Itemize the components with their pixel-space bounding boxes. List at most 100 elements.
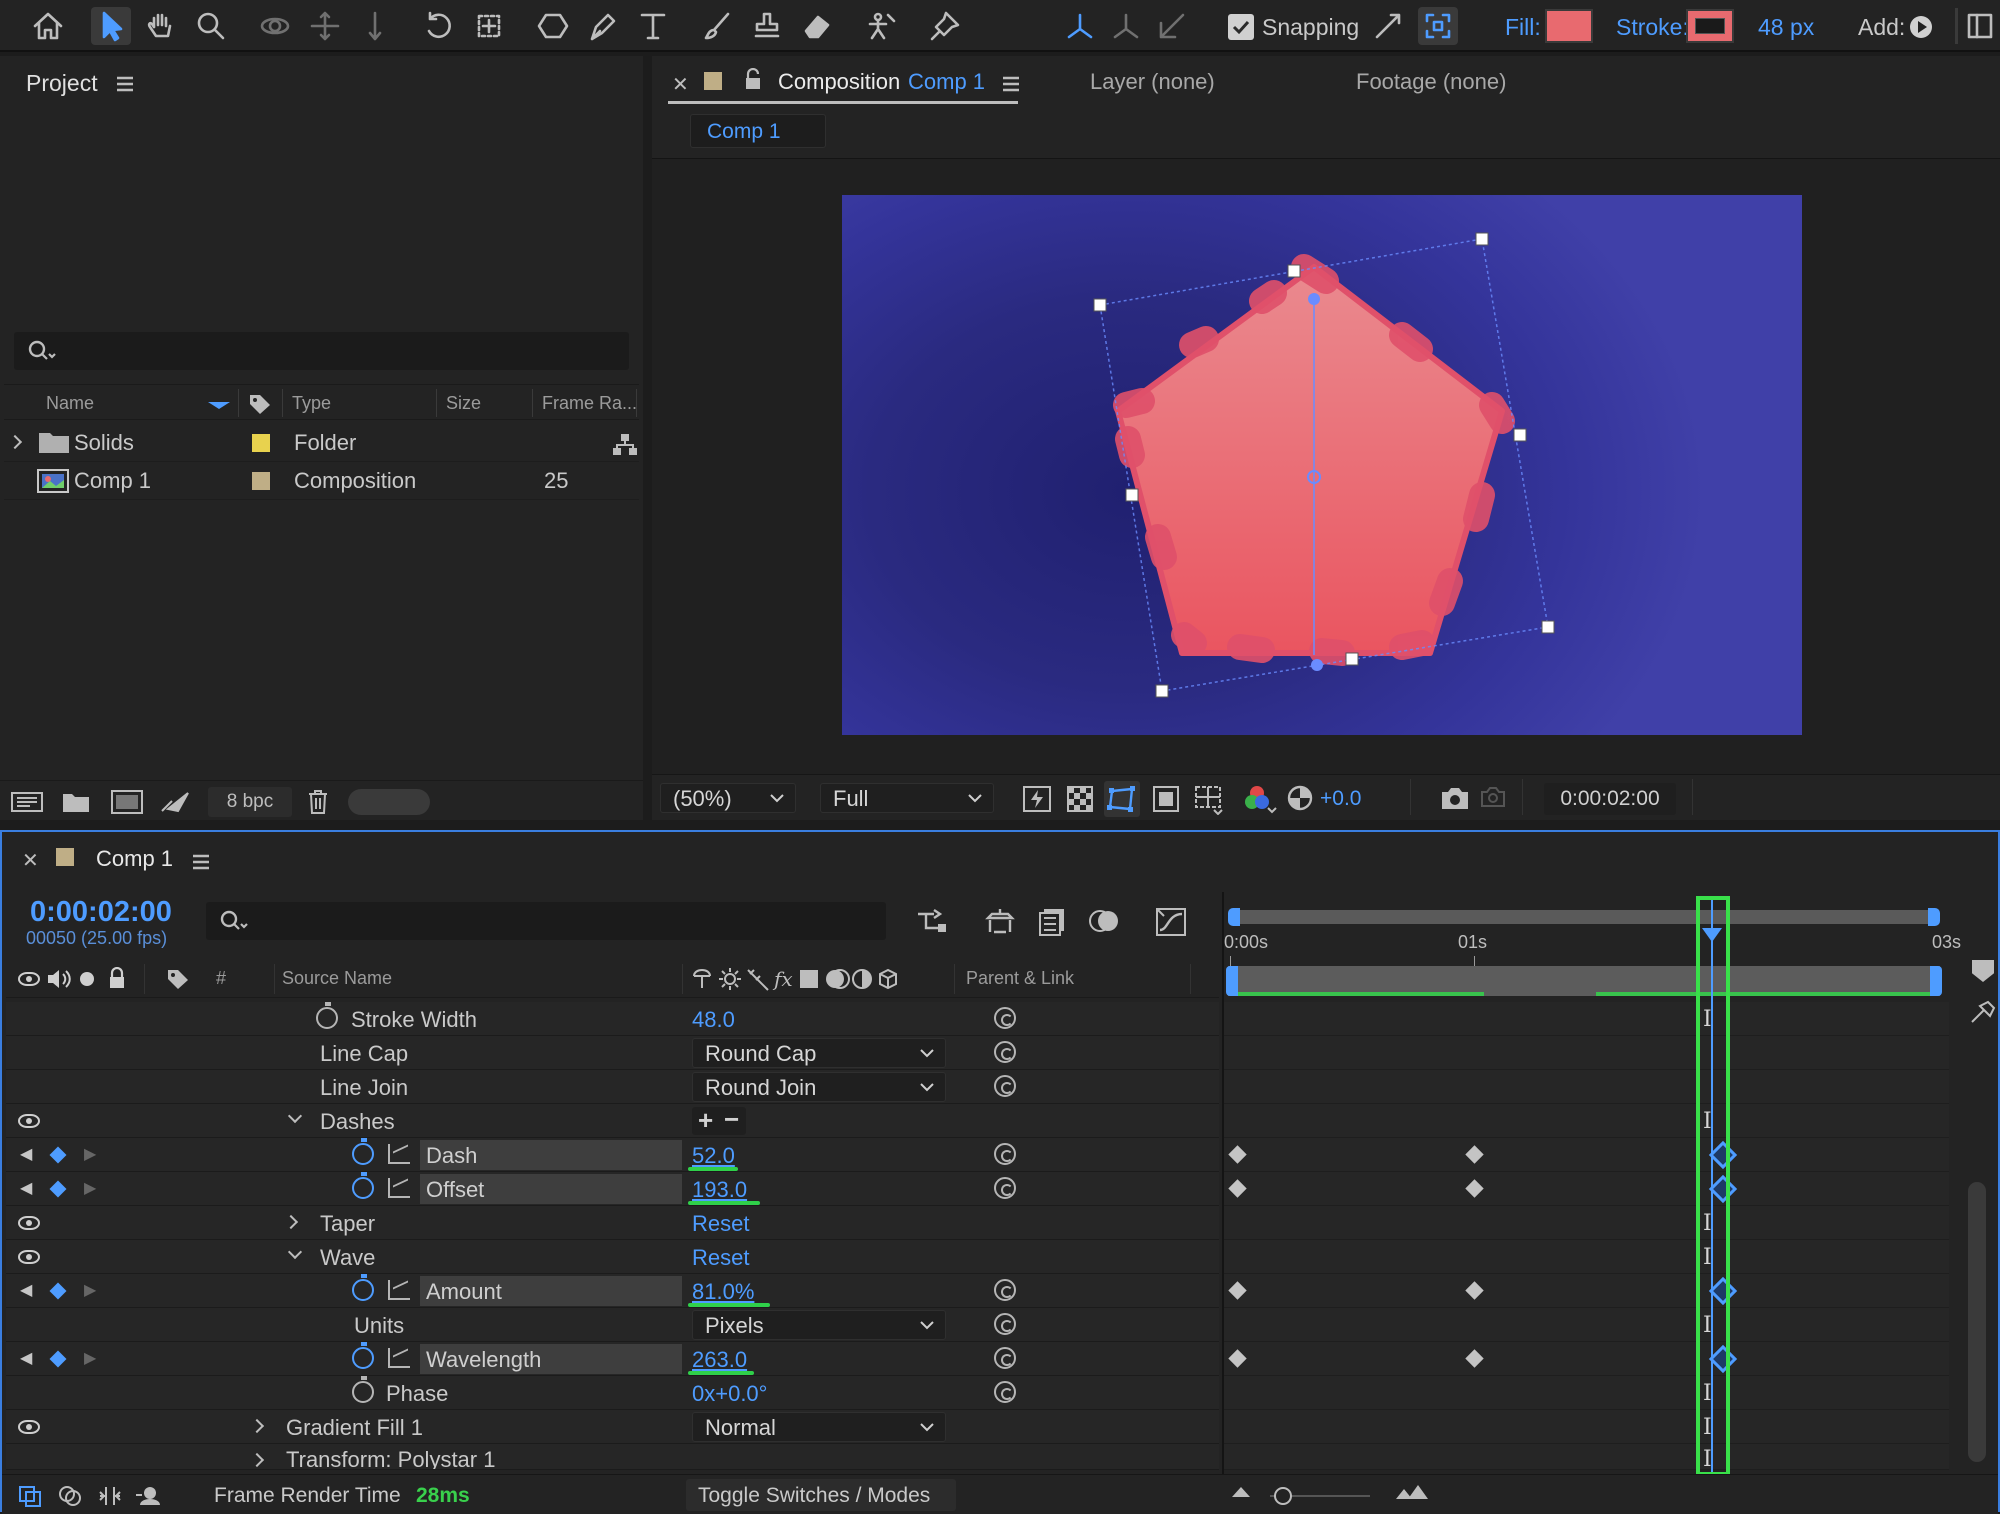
- column-frame-rate[interactable]: Frame Ra...: [542, 393, 637, 414]
- keyframe[interactable]: [1465, 1145, 1484, 1164]
- column-size[interactable]: Size: [446, 393, 481, 414]
- hand-tool-icon[interactable]: [141, 7, 181, 45]
- column-parent-link[interactable]: Parent & Link: [966, 968, 1074, 989]
- solo-toggle-icon[interactable]: [80, 972, 94, 986]
- pen-tool-icon[interactable]: [583, 7, 623, 45]
- previous-keyframe-icon[interactable]: ◀: [20, 1178, 32, 1198]
- snap-features-icon[interactable]: [1418, 7, 1458, 45]
- roto-brush-tool-icon[interactable]: [861, 7, 901, 45]
- property-row-gradient-fill[interactable]: Gradient Fill 1 Normal: [6, 1410, 1219, 1444]
- column-type[interactable]: Type: [292, 393, 331, 414]
- snap-edges-icon[interactable]: [1368, 7, 1408, 45]
- lock-toggle-icon[interactable]: [108, 967, 126, 989]
- eraser-tool-icon[interactable]: [797, 7, 837, 45]
- pick-whip-icon[interactable]: [994, 1041, 1016, 1063]
- keyframe[interactable]: [1465, 1179, 1484, 1198]
- graph-icon[interactable]: [388, 1348, 410, 1368]
- property-row-offset[interactable]: ◀ ▶ Offset 193.0: [6, 1172, 1219, 1206]
- interpret-footage-icon[interactable]: [10, 791, 44, 813]
- stroke-swatch[interactable]: [1686, 9, 1734, 43]
- property-row-stroke-width[interactable]: Stroke Width 48.0: [6, 1002, 1219, 1036]
- zoom-out-icon[interactable]: [1232, 1487, 1250, 1497]
- type-tool-icon[interactable]: [633, 7, 673, 45]
- visibility-eye-icon[interactable]: [18, 1114, 40, 1128]
- graph-icon[interactable]: [388, 1144, 410, 1164]
- expand-arrow-icon[interactable]: [7, 434, 23, 450]
- footage-tab[interactable]: Footage (none): [1356, 69, 1506, 95]
- column-name[interactable]: Name: [46, 393, 94, 414]
- region-of-interest-icon[interactable]: [1152, 785, 1180, 813]
- comp-marker-bin-icon[interactable]: [1972, 960, 1994, 982]
- close-tab-icon[interactable]: ✕: [22, 848, 39, 873]
- stopwatch-icon[interactable]: [352, 1376, 374, 1403]
- anchor-point-tool-icon[interactable]: [469, 7, 509, 45]
- shape-tool-icon[interactable]: [533, 7, 573, 45]
- remove-dash-button[interactable]: −: [724, 1104, 739, 1135]
- property-row-dash[interactable]: ◀ ▶ Dash 52.0: [6, 1138, 1219, 1172]
- keyframe[interactable]: [1228, 1281, 1247, 1300]
- render-time-toggle-icon[interactable]: [134, 1485, 162, 1507]
- timeline-vertical-scrollbar[interactable]: [1968, 1182, 1986, 1462]
- transfer-controls-toggle-icon[interactable]: [58, 1485, 82, 1507]
- previous-keyframe-icon[interactable]: ◀: [20, 1144, 32, 1164]
- draft-3d-icon[interactable]: [984, 906, 1016, 936]
- polystar-shape[interactable]: [842, 195, 1802, 735]
- time-ruler[interactable]: 0:00s 01s 03s: [1224, 898, 1961, 998]
- magnification-dropdown[interactable]: (50%): [660, 783, 796, 813]
- toggle-switches-modes-button[interactable]: Toggle Switches / Modes: [686, 1479, 956, 1511]
- brush-tool-icon[interactable]: [697, 7, 737, 45]
- pan-camera-icon[interactable]: [305, 7, 345, 45]
- add-keyframe-icon[interactable]: [49, 1282, 67, 1300]
- keyframe[interactable]: [1228, 1179, 1247, 1198]
- stopwatch-icon[interactable]: [352, 1172, 374, 1199]
- axis-local-icon[interactable]: [1060, 7, 1100, 45]
- dolly-camera-icon[interactable]: [355, 7, 395, 45]
- taper-reset-link[interactable]: Reset: [692, 1211, 749, 1237]
- graph-icon[interactable]: [388, 1178, 410, 1198]
- keyframe[interactable]: [1465, 1349, 1484, 1368]
- close-tab-icon[interactable]: ✕: [672, 72, 689, 97]
- visibility-eye-icon[interactable]: [18, 1250, 40, 1264]
- transparency-grid-icon[interactable]: [1066, 785, 1094, 813]
- composition-tab-name[interactable]: Comp 1: [908, 69, 985, 95]
- pick-whip-icon[interactable]: [994, 1313, 1016, 1335]
- offset-value[interactable]: 193.0: [692, 1177, 747, 1203]
- expand-arrow-icon[interactable]: [249, 1452, 265, 1468]
- bpc-button[interactable]: 8 bpc: [208, 787, 292, 817]
- next-keyframe-icon[interactable]: ▶: [84, 1280, 96, 1300]
- zoom-tool-icon[interactable]: [191, 7, 231, 45]
- column-source-name[interactable]: Source Name: [282, 968, 392, 989]
- stroke-width-value[interactable]: 48 px: [1758, 14, 1814, 41]
- property-row-transform[interactable]: Transform: Polystar 1: [6, 1444, 1219, 1470]
- pick-whip-icon[interactable]: [994, 1177, 1016, 1199]
- property-row-dashes[interactable]: Dashes + −: [6, 1104, 1219, 1138]
- clone-stamp-tool-icon[interactable]: [747, 7, 787, 45]
- flowchart-icon[interactable]: [612, 432, 638, 456]
- property-row-units[interactable]: Units Pixels: [6, 1308, 1219, 1342]
- panel-menu-icon[interactable]: [192, 854, 210, 870]
- pick-whip-icon[interactable]: [994, 1007, 1016, 1029]
- composition-canvas[interactable]: [842, 195, 1802, 735]
- orbit-camera-icon[interactable]: [255, 7, 295, 45]
- puppet-pin-tool-icon[interactable]: [925, 7, 965, 45]
- work-area-navigator[interactable]: [1228, 910, 1940, 924]
- pick-whip-icon[interactable]: [994, 1143, 1016, 1165]
- label-color-swatch[interactable]: [252, 434, 270, 452]
- keyframe[interactable]: [1228, 1349, 1247, 1368]
- collapse-arrow-icon[interactable]: [287, 1108, 303, 1124]
- line-cap-dropdown[interactable]: Round Cap: [692, 1038, 946, 1068]
- add-keyframe-icon[interactable]: [49, 1350, 67, 1368]
- graph-icon[interactable]: [388, 1280, 410, 1300]
- composition-tab-prefix[interactable]: Composition: [778, 69, 900, 95]
- visibility-eye-icon[interactable]: [18, 1420, 40, 1434]
- units-dropdown[interactable]: Pixels: [692, 1310, 946, 1340]
- project-item-solids[interactable]: Solids Folder: [4, 424, 639, 462]
- zoom-slider-handle[interactable]: [1274, 1487, 1292, 1505]
- line-join-dropdown[interactable]: Round Join: [692, 1072, 946, 1102]
- add-dash-button[interactable]: +: [698, 1105, 713, 1136]
- viewer-area[interactable]: [652, 158, 2000, 774]
- keyframe[interactable]: [1465, 1281, 1484, 1300]
- stopwatch-icon[interactable]: [352, 1342, 374, 1369]
- column-number[interactable]: #: [216, 968, 226, 989]
- frame-blending-icon[interactable]: [1036, 906, 1068, 936]
